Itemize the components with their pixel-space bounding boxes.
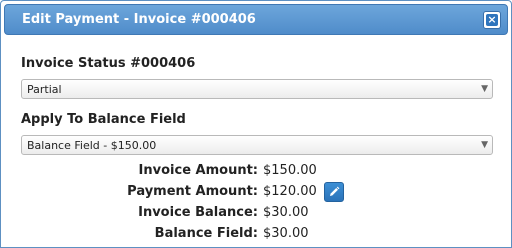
apply-to-balance-select[interactable]: Balance Field - $150.00 ▼ [21, 135, 493, 155]
invoice-amount-value: $150.00 [263, 163, 317, 178]
invoice-amount-row: Invoice Amount: $150.00 [1, 163, 511, 183]
invoice-status-select[interactable]: Partial ▼ [21, 79, 493, 99]
balance-field-value: $30.00 [263, 226, 309, 241]
balance-field-label: Balance Field: [154, 226, 258, 241]
invoice-status-label: Invoice Status #000406 [21, 56, 196, 71]
close-button[interactable]: × [483, 11, 501, 29]
payment-amount-label: Payment Amount: [127, 184, 258, 199]
payment-amount-row: Payment Amount: $120.00 [1, 182, 511, 204]
invoice-amount-label: Invoice Amount: [138, 163, 258, 178]
apply-to-balance-label: Apply To Balance Field [21, 112, 186, 127]
invoice-balance-value: $30.00 [263, 205, 309, 220]
pencil-icon [330, 186, 340, 196]
balance-field-row: Balance Field: $30.00 [1, 226, 511, 246]
dialog-titlebar: Edit Payment - Invoice #000406 × [4, 4, 508, 35]
invoice-balance-label: Invoice Balance: [138, 205, 258, 220]
edit-payment-dialog: Edit Payment - Invoice #000406 × Invoice… [0, 0, 512, 248]
edit-payment-button[interactable] [324, 182, 344, 202]
invoice-balance-row: Invoice Balance: $30.00 [1, 205, 511, 225]
chevron-down-icon: ▼ [481, 84, 488, 94]
dialog-title: Edit Payment - Invoice #000406 [22, 12, 256, 27]
payment-amount-value: $120.00 [263, 184, 317, 199]
chevron-down-icon: ▼ [481, 140, 488, 150]
close-icon: × [486, 13, 498, 26]
invoice-status-value: Partial [27, 83, 62, 96]
apply-to-balance-value: Balance Field - $150.00 [27, 139, 157, 152]
